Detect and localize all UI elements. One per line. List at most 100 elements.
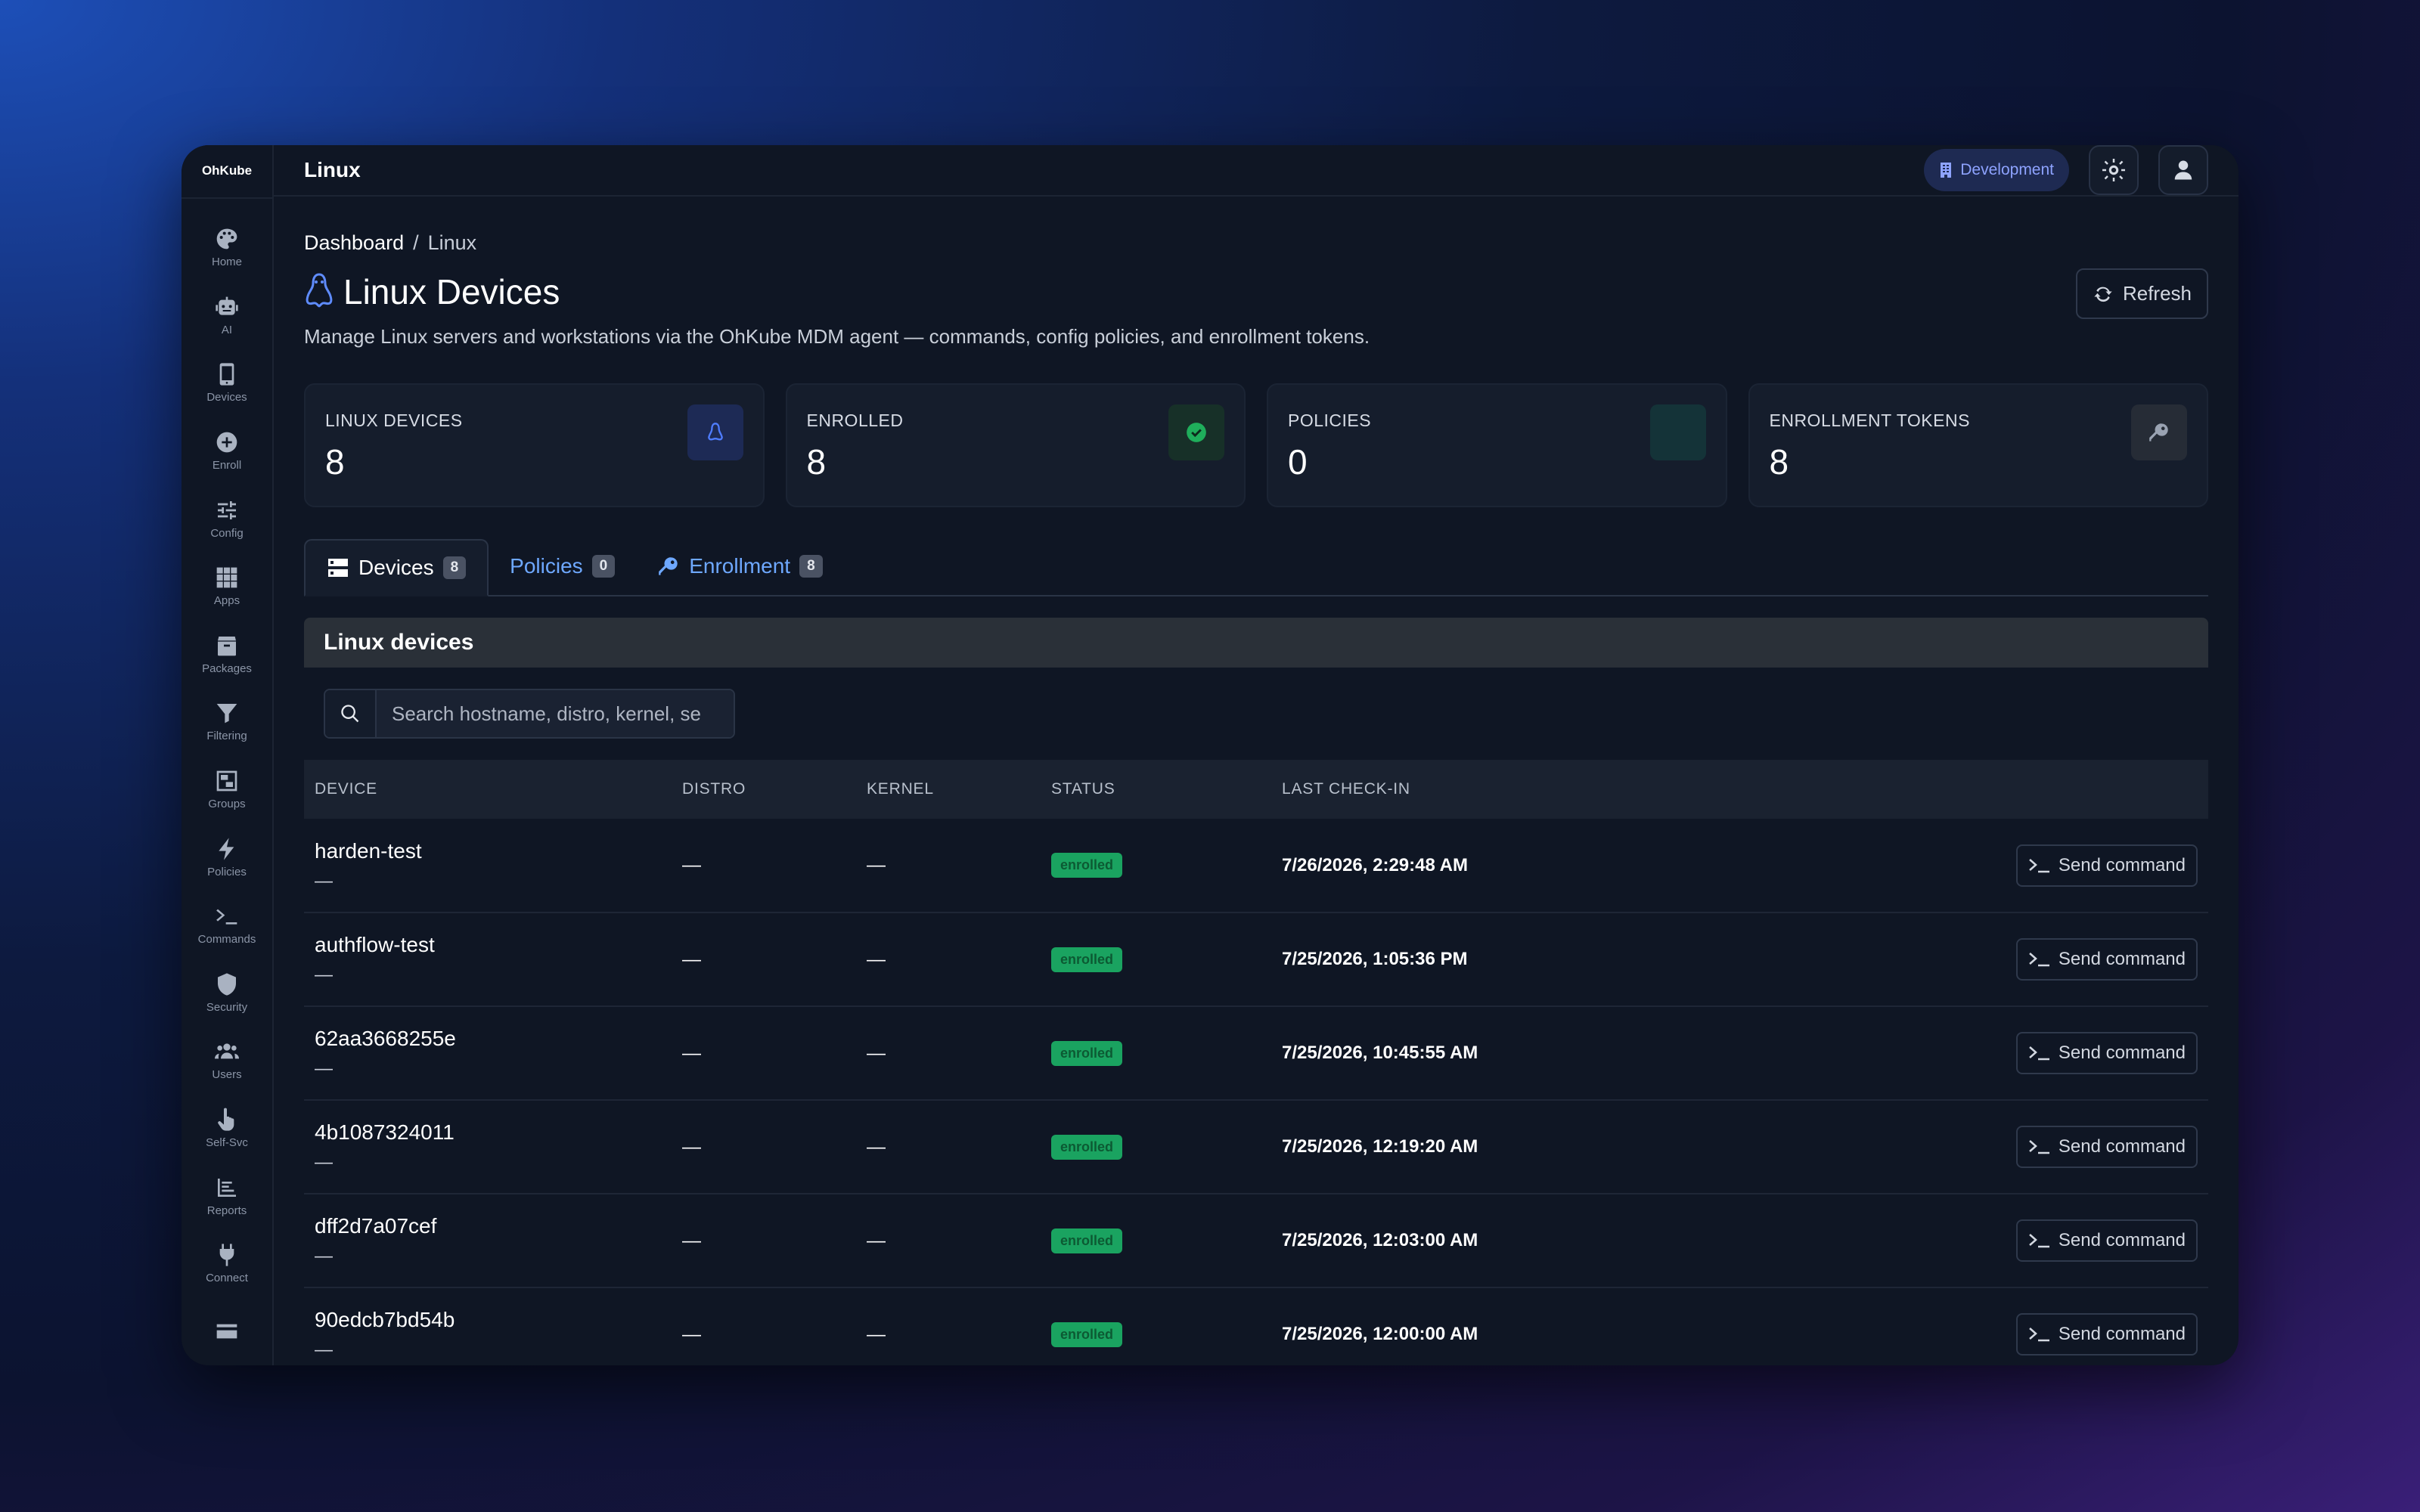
sidebar-item-apps[interactable]: Apps [182,553,272,621]
device-last-check-in: 7/25/2026, 1:05:36 PM [1271,912,1756,1007]
device-kernel: — [856,819,1041,913]
status-badge: enrolled [1051,1040,1123,1066]
user-menu-button[interactable] [2158,145,2208,195]
device-subtitle: — [315,1340,333,1360]
sidebar-item-self-svc[interactable]: Self-Svc [182,1095,272,1163]
theme-toggle-button[interactable] [2089,145,2139,195]
sidebar-item-reports[interactable]: Reports [182,1162,272,1230]
object-group-icon [216,770,237,792]
sidebar-item-filtering[interactable]: Filtering [182,688,272,756]
sidebar-item-packages[interactable]: Packages [182,620,272,688]
stat-icon-box [1168,404,1224,460]
device-subtitle: — [315,1246,333,1266]
top-bar: Linux Development [274,145,2238,197]
tab-enrollment[interactable]: Enrollment 8 [636,538,843,595]
sidebar-item-label: Self-Svc [206,1136,248,1149]
tab-label: Enrollment [689,554,791,578]
column-header-last-check-in[interactable]: LAST CHECK-IN [1271,760,1756,819]
terminal-icon [2029,1140,2049,1154]
send-command-label: Send command [2058,1324,2186,1344]
send-command-label: Send command [2058,1136,2186,1157]
send-command-button[interactable]: Send command [2015,844,2198,887]
device-hostname[interactable]: authflow-test [315,933,661,957]
sidebar-item-devices[interactable]: Devices [182,349,272,417]
column-header-status[interactable]: STATUS [1041,760,1271,819]
send-command-button[interactable]: Send command [2015,1219,2198,1262]
sidebar-item-security[interactable]: Security [182,959,272,1027]
devices-table: DEVICE DISTRO KERNEL STATUS LAST CHECK-I… [304,760,2208,1365]
sidebar-item-label: AI [221,323,233,336]
device-hostname[interactable]: dff2d7a07cef [315,1214,661,1238]
terminal-icon [2029,1046,2049,1061]
filter-icon [216,704,237,723]
search-icon-box [325,690,377,737]
sidebar-item-ai[interactable]: AI [182,282,272,350]
status-badge: enrolled [1051,853,1123,878]
box-icon [218,636,236,656]
stat-label: POLICIES [1288,411,1372,430]
tab-bar: Devices 8 Policies 0 Enrollment 8 [304,538,2208,596]
table-row[interactable]: 62aa3668255e — — — enrolled 7/25/2026, 1… [304,1006,2208,1101]
breadcrumb-dashboard[interactable]: Dashboard [304,231,404,255]
brand-logo[interactable]: OhKube [182,145,272,199]
app-window: OhKube Home AI Devices Enroll Config App… [182,145,2238,1365]
send-command-button[interactable]: Send command [2015,1032,2198,1074]
search-input[interactable] [377,690,734,737]
tab-count-badge: 0 [591,555,616,578]
sidebar-item-policies[interactable]: Policies [182,823,272,891]
sidebar-nav: Home AI Devices Enroll Config Apps Packa… [182,199,272,1365]
device-last-check-in: 7/25/2026, 10:45:55 AM [1271,1006,1756,1101]
send-command-button[interactable]: Send command [2015,1126,2198,1168]
tab-count-badge: 8 [799,555,823,578]
send-command-button[interactable]: Send command [2015,1313,2198,1356]
table-row[interactable]: dff2d7a07cef — — — enrolled 7/25/2026, 1… [304,1194,2208,1288]
sidebar-item-groups[interactable]: Groups [182,756,272,824]
sliders-icon [218,500,236,519]
sidebar-item-config[interactable]: Config [182,485,272,553]
linux-icon [707,423,723,441]
sun-icon [2102,159,2125,181]
device-hostname[interactable]: 90edcb7bd54b [315,1308,661,1332]
tab-devices[interactable]: Devices 8 [304,539,489,596]
tab-policies[interactable]: Policies 0 [489,538,636,595]
sidebar-item-home[interactable]: Home [182,214,272,282]
device-distro: — [672,912,856,1007]
sidebar-item-users[interactable]: Users [182,1027,272,1095]
sidebar-item-billing[interactable] [182,1297,272,1365]
column-header-actions [1756,760,2208,819]
send-command-button[interactable]: Send command [2015,938,2198,981]
terminal-icon [2029,953,2049,967]
send-command-label: Send command [2058,854,2186,875]
column-header-device[interactable]: DEVICE [304,760,672,819]
device-kernel: — [856,1194,1041,1288]
table-row[interactable]: authflow-test — — — enrolled 7/25/2026, … [304,912,2208,1007]
device-hostname[interactable]: 4b1087324011 [315,1120,661,1145]
table-row[interactable]: 4b1087324011 — — — enrolled 7/25/2026, 1… [304,1100,2208,1194]
sidebar-item-label: Filtering [206,730,247,743]
terminal-icon [2029,858,2049,872]
device-kernel: — [856,1287,1041,1365]
environment-badge[interactable]: Development [1924,149,2069,191]
device-hostname[interactable]: 62aa3668255e [315,1027,661,1051]
sidebar-item-commands[interactable]: Commands [182,891,272,959]
sidebar-item-connect[interactable]: Connect [182,1230,272,1298]
stat-card-enrolled: ENROLLED 8 [785,383,1246,507]
column-header-kernel[interactable]: KERNEL [856,760,1041,819]
table-row[interactable]: 90edcb7bd54b — — — enrolled 7/25/2026, 1… [304,1287,2208,1365]
devices-panel: Linux devices DEVICE DISTRO KE [304,618,2208,1365]
device-subtitle: — [315,1152,333,1173]
stats-row: LINUX DEVICES 8 ENROLLED 8 POLICIES 0 EN… [304,383,2208,507]
breadcrumb: Dashboard / Linux [304,231,2208,255]
sidebar-item-label: Home [211,256,242,269]
stat-icon-box [1649,404,1706,460]
plug-icon [219,1244,234,1266]
column-header-distro[interactable]: DISTRO [672,760,856,819]
sidebar-item-label: Policies [207,865,247,878]
device-last-check-in: 7/25/2026, 12:03:00 AM [1271,1194,1756,1288]
device-hostname[interactable]: harden-test [315,839,661,863]
table-row[interactable]: harden-test — — — enrolled 7/26/2026, 2:… [304,819,2208,913]
refresh-button[interactable]: Refresh [2075,268,2208,319]
shield-icon [218,973,236,996]
stat-label: ENROLLED [806,411,904,430]
sidebar-item-enroll[interactable]: Enroll [182,417,272,485]
